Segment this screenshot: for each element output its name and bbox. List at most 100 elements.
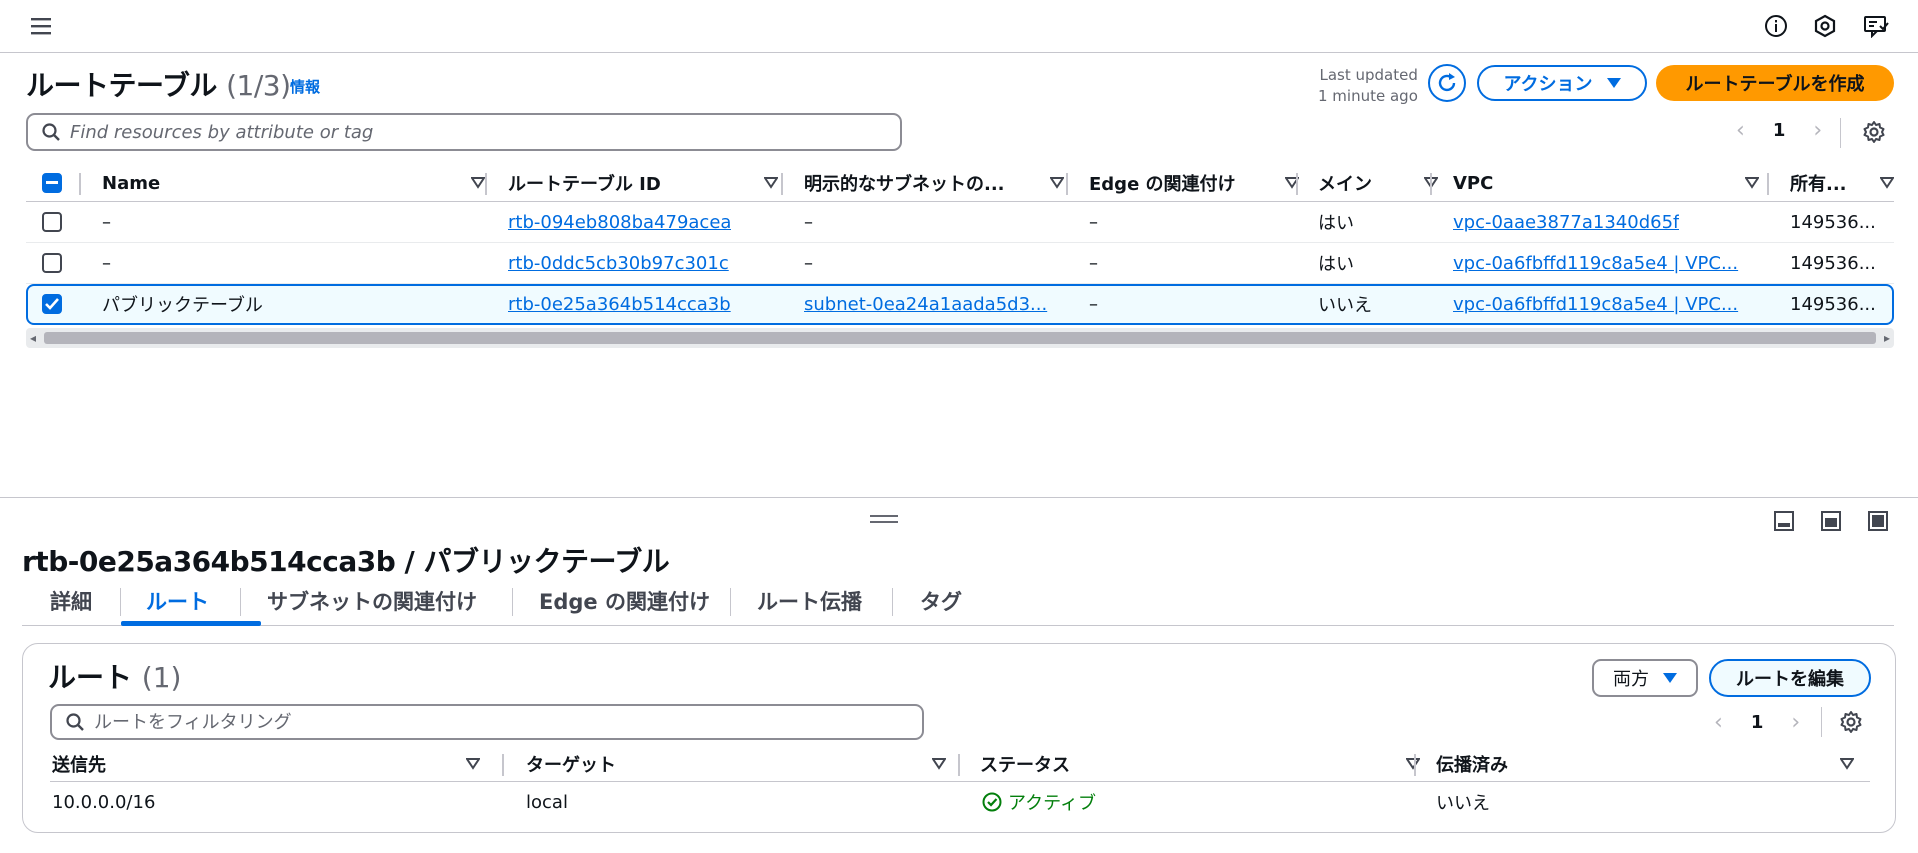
resource-search[interactable]: [26, 113, 902, 151]
cell-route-table-id-link[interactable]: rtb-094eb808ba479acea: [508, 202, 731, 242]
col-owner[interactable]: 所有...: [1790, 164, 1894, 202]
prev-page-icon[interactable]: ‹: [1736, 118, 1745, 143]
next-page-icon[interactable]: ›: [1813, 118, 1822, 143]
search-input[interactable]: [70, 121, 843, 143]
table-row[interactable]: – rtb-094eb808ba479acea – – はい vpc-0aae3…: [26, 202, 1894, 243]
table-header: 送信先 ターゲット ステータス 伝播済み: [50, 746, 1870, 782]
sort-icon: [471, 177, 485, 189]
cell-vpc-link[interactable]: vpc-0a6fbffd119c8a5e4 | VPC...: [1453, 284, 1753, 324]
settings-gear-icon[interactable]: [1838, 709, 1864, 735]
cell-route-table-id-link[interactable]: rtb-0e25a364b514cca3b: [508, 284, 731, 324]
col-id-label: ルートテーブル ID: [508, 174, 661, 195]
col-destination[interactable]: 送信先: [52, 746, 492, 782]
col-status[interactable]: ステータス: [980, 746, 1432, 782]
top-navigation-bar: [0, 0, 1918, 53]
routes-heading-text: ルート: [48, 661, 133, 694]
scroll-right-icon[interactable]: ▸: [1884, 331, 1890, 345]
column-divider: [781, 173, 783, 195]
column-divider: [502, 754, 504, 776]
detail-title: rtb-0e25a364b514cca3b / パブリックテーブル: [22, 545, 670, 578]
divider: [1840, 118, 1841, 148]
cell-name: –: [102, 252, 111, 274]
last-updated-value: 1 minute ago: [1318, 87, 1418, 105]
cell-edge: –: [1089, 211, 1098, 233]
next-page-icon[interactable]: ›: [1791, 710, 1800, 735]
cell-subnet-link[interactable]: subnet-0ea24a1aada5d3...: [804, 284, 1054, 324]
cell-subnet: –: [804, 252, 813, 274]
resize-handle-icon[interactable]: [870, 515, 898, 525]
col-route-table-id[interactable]: ルートテーブル ID: [508, 164, 790, 202]
cell-propagated: いいえ: [1436, 793, 1490, 814]
route-tables-table: Name ルートテーブル ID 明示的なサブネットの... Edge の関連付け…: [26, 164, 1894, 325]
col-name[interactable]: Name: [102, 164, 497, 202]
feedback-icon[interactable]: [1862, 12, 1890, 40]
col-propagated[interactable]: 伝播済み: [1436, 746, 1866, 782]
info-icon[interactable]: [1762, 12, 1790, 40]
tab-edge-associations[interactable]: Edge の関連付け: [539, 586, 710, 616]
tab-tags[interactable]: タグ: [920, 586, 962, 616]
table-row-selected[interactable]: パブリックテーブル rtb-0e25a364b514cca3b subnet-0…: [26, 284, 1894, 325]
column-divider: [1296, 173, 1298, 195]
cell-main: いいえ: [1318, 295, 1372, 316]
row-checkbox[interactable]: [42, 243, 62, 283]
cell-owner: 149536...: [1790, 252, 1876, 274]
cell-destination: 10.0.0.0/16: [52, 791, 156, 813]
scrollbar-thumb[interactable]: [44, 332, 1876, 344]
status-success-icon: [982, 792, 1002, 812]
tab-subnet-associations[interactable]: サブネットの関連付け: [267, 586, 477, 616]
actions-dropdown-button[interactable]: アクション: [1477, 65, 1647, 101]
cell-vpc-link[interactable]: vpc-0aae3877a1340d65f: [1453, 202, 1679, 242]
col-explicit-subnet[interactable]: 明示的なサブネットの...: [804, 164, 1076, 202]
edit-routes-button[interactable]: ルートを編集: [1709, 659, 1871, 697]
route-filter-input[interactable]: [94, 711, 865, 733]
col-destination-label: 送信先: [52, 755, 106, 776]
cell-edge: –: [1089, 293, 1098, 315]
refresh-button[interactable]: [1428, 64, 1466, 102]
col-target-label: ターゲット: [526, 755, 616, 776]
cell-main: はい: [1318, 254, 1354, 275]
row-checkbox[interactable]: [42, 284, 62, 324]
col-vpc[interactable]: VPC: [1453, 164, 1771, 202]
current-page[interactable]: 1: [1751, 712, 1764, 733]
column-divider: [1066, 173, 1068, 195]
row-checkbox[interactable]: [42, 202, 62, 242]
cell-edge: –: [1089, 252, 1098, 274]
routes-count: (1): [141, 661, 182, 694]
info-link[interactable]: 情報: [290, 76, 320, 97]
checkbox-checked-icon: [42, 294, 62, 314]
col-target[interactable]: ターゲット: [526, 746, 958, 782]
route-filter-search[interactable]: [50, 704, 924, 740]
sort-icon: [1745, 177, 1759, 189]
layout-full-icon[interactable]: [1867, 510, 1889, 532]
scroll-left-icon[interactable]: ◂: [30, 331, 36, 345]
cell-route-table-id-link[interactable]: rtb-0ddc5cb30b97c301c: [508, 243, 729, 283]
tab-details[interactable]: 詳細: [50, 586, 92, 616]
route-filter-select[interactable]: 両方: [1592, 659, 1698, 697]
col-edge-association[interactable]: Edge の関連付け: [1089, 164, 1311, 202]
prev-page-icon[interactable]: ‹: [1714, 710, 1723, 735]
tab-route-propagation[interactable]: ルート伝播: [757, 586, 862, 616]
table-row[interactable]: – rtb-0ddc5cb30b97c301c – – はい vpc-0a6fb…: [26, 243, 1894, 284]
layout-middle-icon[interactable]: [1820, 510, 1842, 532]
sort-icon: [1880, 177, 1894, 189]
last-updated: Last updated 1 minute ago: [1318, 65, 1418, 107]
create-route-table-button[interactable]: ルートテーブルを作成: [1656, 65, 1894, 101]
column-divider: [1414, 754, 1416, 776]
table-row: 10.0.0.0/16 local アクティブ いいえ: [50, 782, 1870, 823]
menu-icon[interactable]: [28, 12, 56, 40]
cell-target: local: [526, 791, 568, 813]
cell-vpc-link[interactable]: vpc-0a6fbffd119c8a5e4 | VPC...: [1453, 243, 1753, 283]
layout-bottom-icon[interactable]: [1773, 510, 1795, 532]
sort-icon: [466, 758, 480, 770]
tab-routes[interactable]: ルート: [146, 586, 209, 616]
col-owner-label: 所有...: [1790, 174, 1847, 195]
settings-gear-icon[interactable]: [1861, 119, 1887, 145]
horizontal-scrollbar[interactable]: ◂ ▸: [26, 328, 1894, 348]
routes-heading: ルート (1): [48, 656, 181, 696]
refresh-icon: [1438, 73, 1456, 92]
current-page[interactable]: 1: [1773, 120, 1786, 141]
pagination: ‹ 1 ›: [1736, 118, 1822, 143]
notifications-icon[interactable]: [1811, 12, 1839, 40]
select-all-checkbox[interactable]: [42, 164, 66, 202]
sort-icon: [1050, 177, 1064, 189]
